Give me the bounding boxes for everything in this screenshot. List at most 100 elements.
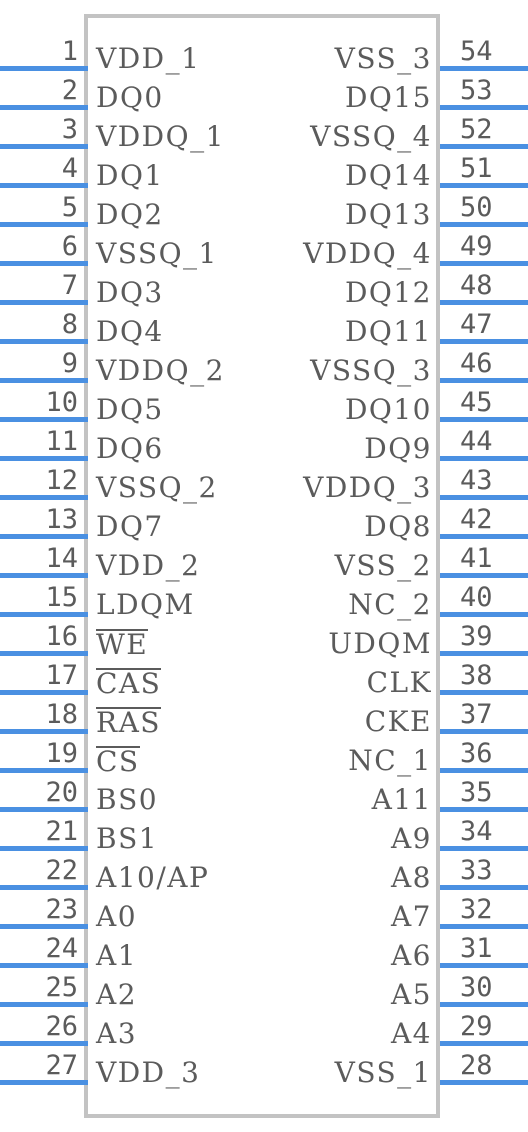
- pin-name: DQ3: [96, 276, 164, 309]
- pin-number: 47: [460, 309, 493, 340]
- active-low-overline: CS: [96, 745, 140, 778]
- pin-number: 45: [460, 387, 493, 418]
- pin-number: 8: [61, 309, 78, 340]
- pin-name: DQ4: [96, 315, 164, 348]
- pin-number: 32: [460, 894, 493, 925]
- pin-number: 26: [45, 1011, 78, 1042]
- pin-name: DQ9: [364, 432, 432, 465]
- pin-number: 30: [460, 972, 493, 1003]
- pin-name: A5: [390, 978, 432, 1011]
- pin-name: DQ6: [96, 432, 164, 465]
- pin-number: 3: [61, 114, 78, 145]
- pin-number: 7: [61, 270, 78, 301]
- pin-number: 51: [460, 153, 493, 184]
- pin-name: VSS_1: [334, 1056, 432, 1089]
- pin-number: 34: [460, 816, 493, 847]
- pin-name: A10/AP: [96, 861, 210, 894]
- pin-number: 19: [45, 738, 78, 769]
- pin-number: 17: [45, 660, 78, 691]
- pin-number: 25: [45, 972, 78, 1003]
- pin-name: VDDQ_3: [303, 471, 432, 504]
- pin-name: CKE: [364, 705, 432, 738]
- pin-name: DQ11: [344, 315, 432, 348]
- pin-name: DQ14: [344, 159, 432, 192]
- pin-name: CLK: [366, 666, 432, 699]
- pin-number: 16: [45, 621, 78, 652]
- pin-number: 10: [45, 387, 78, 418]
- pin-number: 40: [460, 582, 493, 613]
- pin-name: DQ10: [344, 393, 432, 426]
- pin-name: A1: [96, 939, 138, 972]
- pin-name: BS1: [96, 822, 159, 855]
- pin-name: A4: [390, 1017, 432, 1050]
- schematic-symbol-canvas: 1 VDD_1 2 DQ0 3 VDDQ_1 4 DQ1 5 DQ2 6 VSSQ_1 7 DQ3 8 DQ4…: [0, 0, 528, 1132]
- pin-name: DQ15: [344, 81, 432, 114]
- pin-number: 27: [45, 1050, 78, 1081]
- pin-number: 14: [45, 543, 78, 574]
- pin-number: 11: [45, 426, 78, 457]
- pin-number: 13: [45, 504, 78, 535]
- pin-name: LDQM: [96, 588, 195, 621]
- pin-number: 44: [460, 426, 493, 457]
- active-low-overline: RAS: [96, 706, 161, 739]
- pin-number: 38: [460, 660, 493, 691]
- pin-number: 5: [61, 192, 78, 223]
- pin-number: 49: [460, 231, 493, 262]
- pin-number: 2: [61, 75, 78, 106]
- pin-name: VSSQ_2: [96, 471, 218, 504]
- pin-name: VDD_1: [96, 42, 201, 75]
- pin-name: VSS_3: [334, 42, 432, 75]
- pin-number: 39: [460, 621, 493, 652]
- pin-name: A2: [96, 978, 138, 1011]
- pin-name: VSSQ_4: [310, 120, 432, 153]
- pin-number: 9: [61, 348, 78, 379]
- pin-number: 43: [460, 465, 493, 496]
- pin-number: 23: [45, 894, 78, 925]
- pin-number: 41: [460, 543, 493, 574]
- pin-name: DQ5: [96, 393, 164, 426]
- pin-number: 21: [45, 816, 78, 847]
- pin-number: 54: [460, 36, 493, 67]
- active-low-overline: WE: [96, 628, 149, 661]
- pin-name: VDDQ_2: [96, 354, 225, 387]
- pin-name: A9: [390, 822, 432, 855]
- pin-name: CS: [96, 746, 140, 777]
- pin-name: VSS_2: [334, 549, 432, 582]
- pin-number: 35: [460, 777, 493, 808]
- pin-name: NC_1: [348, 744, 432, 777]
- pin-name: WE: [96, 628, 149, 661]
- pin-name: NC_2: [348, 588, 432, 621]
- pin-number: 20: [45, 777, 78, 808]
- pin-number: 28: [460, 1050, 493, 1081]
- pin-number: 1: [61, 36, 78, 67]
- pin-name: RAS: [96, 707, 161, 738]
- pin-name: VDDQ_1: [96, 120, 225, 153]
- pin-name: DQ12: [344, 276, 432, 309]
- pin-number: 12: [45, 465, 78, 496]
- pin-number: 33: [460, 855, 493, 886]
- pin-number: 46: [460, 348, 493, 379]
- pin-name: A11: [371, 783, 432, 816]
- pin-name: UDQM: [328, 627, 432, 660]
- pin-number: 37: [460, 699, 493, 730]
- pin-name: VSSQ_1: [96, 237, 218, 270]
- pin-number: 22: [45, 855, 78, 886]
- pin-name: DQ7: [96, 510, 164, 543]
- pin-name: DQ2: [96, 198, 164, 231]
- pin-number: 31: [460, 933, 493, 964]
- pin-name: A8: [390, 861, 432, 894]
- pin-number: 29: [460, 1011, 493, 1042]
- pin-number: 15: [45, 582, 78, 613]
- pin-name: A6: [390, 939, 432, 972]
- pin-name: DQ1: [96, 159, 164, 192]
- pin-name: A0: [96, 900, 138, 933]
- active-low-overline: CAS: [96, 667, 162, 700]
- pin-name: VDD_3: [96, 1056, 201, 1089]
- pin-number: 18: [45, 699, 78, 730]
- pin-number: 24: [45, 933, 78, 964]
- pin-name: DQ8: [364, 510, 432, 543]
- pin-name: CAS: [96, 667, 162, 700]
- pin-number: 50: [460, 192, 493, 223]
- pin-name: VDDQ_4: [303, 237, 432, 270]
- pin-name: A3: [96, 1017, 138, 1050]
